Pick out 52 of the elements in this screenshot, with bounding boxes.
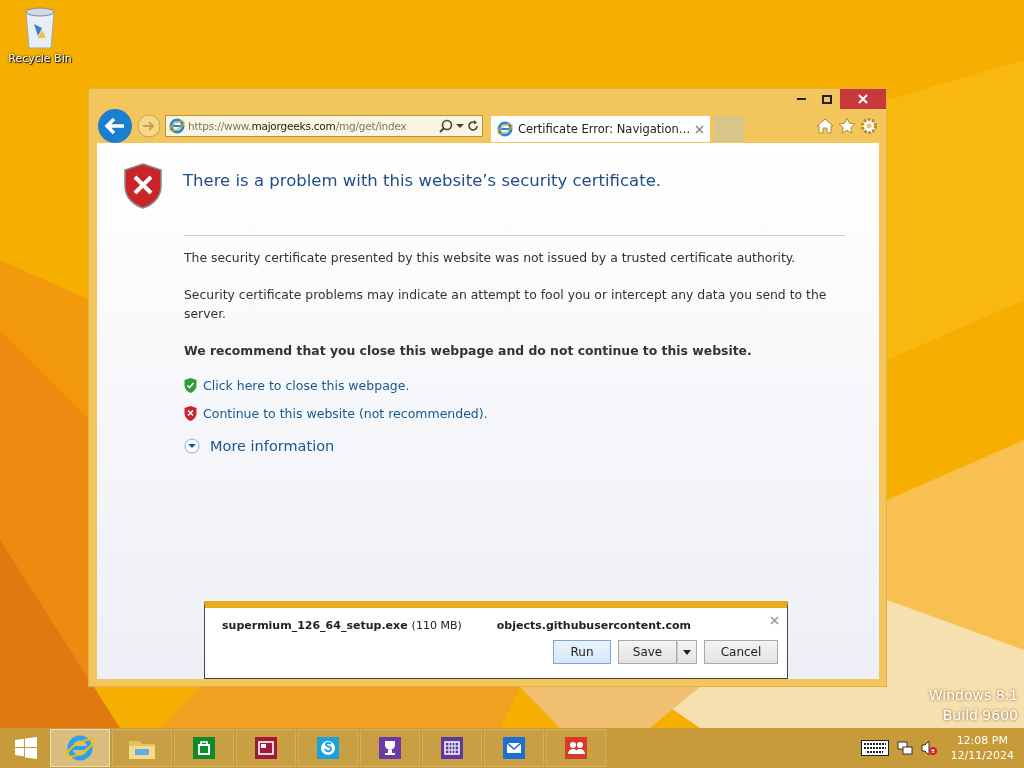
maximize-icon [822, 94, 832, 104]
shield-check-icon [184, 378, 197, 393]
more-information-link[interactable]: More information [210, 438, 335, 454]
shield-error-icon [123, 163, 163, 209]
favorites-star-icon[interactable] [838, 117, 856, 135]
browser-tab[interactable]: Certificate Error: Navigation… [491, 116, 711, 142]
taskbar-button[interactable] [484, 729, 544, 767]
settings-icon[interactable] [860, 117, 878, 135]
dropdown-button[interactable] [677, 640, 697, 664]
home-icon[interactable] [816, 117, 834, 135]
dropdown-icon[interactable] [456, 123, 464, 129]
taskbar-button[interactable] [422, 729, 482, 767]
browser-logo-icon [169, 118, 185, 134]
network-icon[interactable] [896, 740, 913, 756]
speaker-muted-icon[interactable] [920, 740, 937, 756]
taskbar-button[interactable] [174, 729, 234, 767]
close-icon[interactable] [770, 616, 779, 625]
taskbar-button[interactable] [236, 729, 296, 767]
expand-icon[interactable] [184, 438, 200, 454]
file-name: supermium_126_64_setup.exe [222, 619, 408, 632]
url-text[interactable]: https://www.majorgeeks.com/mg/get/index [188, 120, 436, 132]
refresh-icon[interactable] [467, 120, 479, 132]
error-heading: There is a problem with this website’s security certificate. [183, 171, 662, 190]
cancel-button[interactable]: Cancel [704, 640, 778, 664]
close-icon [858, 94, 868, 104]
search-icon[interactable] [439, 119, 453, 133]
body-text: Security certificate problems may indicate an attempt to fool you or intercept any data you send to the server. [184, 286, 828, 323]
back-button[interactable] [97, 108, 133, 144]
page-link[interactable]: Continue to this website (not recommended). [203, 406, 488, 421]
os-watermark-text: Build 9600 [942, 706, 1018, 725]
browser-logo-icon [65, 733, 95, 763]
shield-error-icon [184, 406, 197, 421]
keyboard-icon[interactable] [860, 740, 889, 756]
save-button[interactable]: Save [618, 640, 677, 664]
taskbar-button[interactable] [546, 729, 606, 767]
address-bar[interactable]: https://www.majorgeeks.com/mg/get/index [165, 115, 483, 137]
close-button[interactable] [840, 89, 886, 109]
tab-title: Certificate Error: Navigation… [518, 122, 691, 136]
start-button[interactable] [15, 737, 37, 759]
page-link[interactable]: Click here to close this webpage. [203, 378, 410, 393]
recommendation-text: We recommend that you close this webpage and do not continue to this website. [184, 342, 753, 360]
file-size: (110 MB) [411, 619, 462, 632]
recycle-bin-icon[interactable] [22, 6, 58, 50]
browser-logo-icon [497, 121, 513, 137]
run-button[interactable]: Run [553, 640, 611, 664]
caret-icon [683, 649, 691, 655]
minimize-icon [796, 98, 806, 100]
taskbar-button[interactable] [360, 729, 420, 767]
download-source: objects.githubusercontent.com [496, 619, 692, 632]
os-watermark-text: Windows 8.1 [928, 686, 1018, 705]
body-text: The security certificate presented by this website was not issued by a trusted certificate authority. [184, 249, 797, 267]
close-icon[interactable] [695, 124, 705, 134]
